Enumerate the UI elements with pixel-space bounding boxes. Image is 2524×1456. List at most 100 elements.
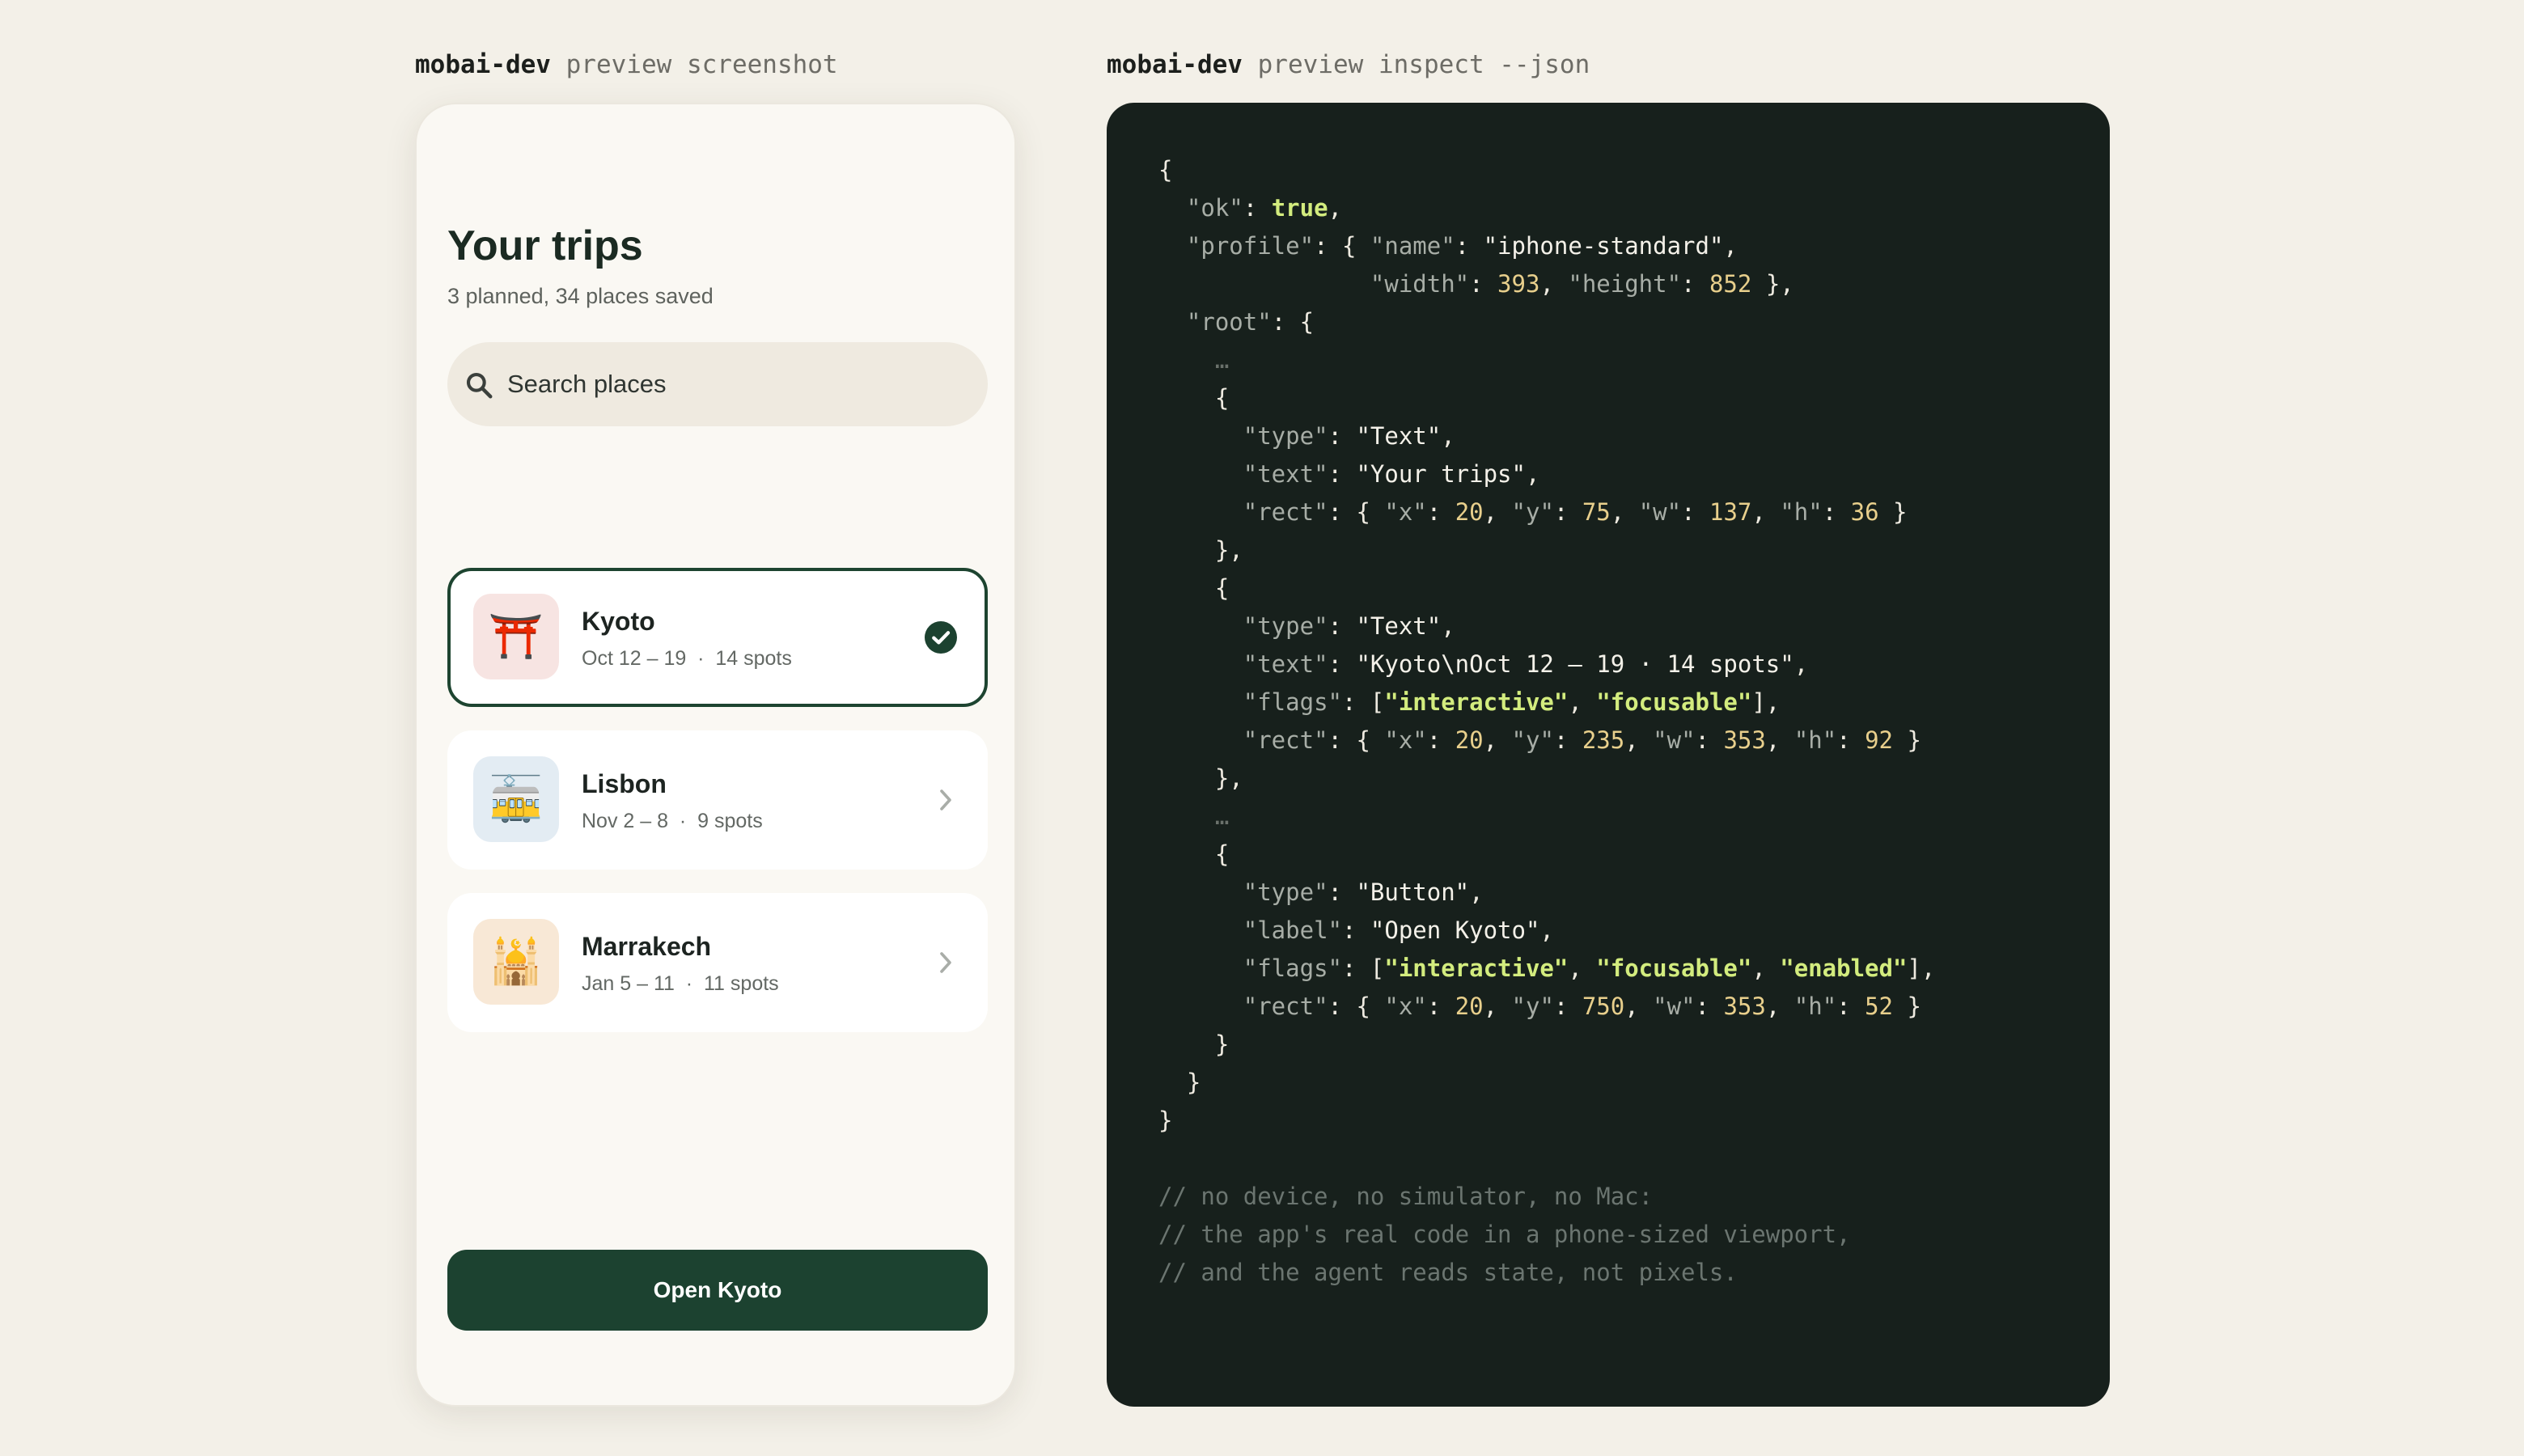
inspect-json-panel: { "ok": true, "profile": { "name": "ipho… [1107,103,2110,1407]
trip-card-lisbon[interactable]: 🚋 Lisbon Nov 2 – 8 · 9 spots [447,730,988,870]
json-token: "Your trips" [1356,460,1526,488]
json-line: { [1158,836,1935,874]
json-line: } [1158,1064,1935,1102]
caption-command: mobai-dev [1107,50,1243,79]
json-token: , [1751,954,1781,982]
json-line: "ok": true, [1158,189,1935,227]
trip-card-kyoto[interactable]: ⛩️ Kyoto Oct 12 – 19 · 14 spots [447,568,988,707]
json-token: : [1553,498,1582,526]
json-token: "text" [1243,650,1328,678]
trip-thumbnail: 🚋 [473,756,559,842]
json-token: "ok" [1186,194,1243,222]
json-line: "type": "Text", [1158,607,1935,645]
caption-text: preview screenshot [550,50,838,79]
trip-dates: Jan 5 – 11 · 11 spots [582,972,779,995]
json-line: "rect": { "x": 20, "y": 235, "w": 353, "… [1158,722,1935,760]
json-token: 393 [1497,270,1540,298]
json-token: 20 [1455,498,1484,526]
chevron-right-icon [940,789,951,811]
json-token: "iphone-standard" [1483,232,1724,260]
json-token: "y" [1511,726,1554,754]
json-token: "rect" [1243,498,1328,526]
json-token: "rect" [1243,726,1328,754]
json-line: } [1158,1102,1935,1140]
json-line: "profile": { "name": "iphone-standard", [1158,227,1935,265]
json-token: "flags" [1243,954,1342,982]
json-line: // and the agent reads state, not pixels… [1158,1254,1935,1292]
json-line [1158,1140,1935,1178]
json-token: : [1836,726,1865,754]
json-token: : [1243,194,1272,222]
json-token: : [ [1341,688,1385,716]
json-token: : [1822,498,1851,526]
page-title: Your trips [447,222,643,269]
json-line: }, [1158,760,1935,798]
json-token: { [1158,384,1230,412]
json-token: "type" [1243,878,1328,906]
trip-name: Lisbon [582,769,667,798]
json-token: true [1271,194,1328,222]
tram-icon: 🚋 [489,775,544,823]
json-token: : [1553,993,1582,1020]
json-token: "Text" [1356,612,1442,640]
trip-name: Marrakech [582,932,712,961]
torii-gate-icon: ⛩️ [489,612,544,661]
json-token: 852 [1709,270,1752,298]
json-token: }, [1751,270,1794,298]
trip-thumbnail: 🕌 [473,919,559,1005]
json-token: : { [1314,232,1370,260]
json-token: , [1568,688,1597,716]
json-token: } [1158,1107,1173,1134]
json-token: "h" [1793,726,1837,754]
open-kyoto-button[interactable]: Open Kyoto [447,1250,988,1331]
json-token: : [1469,270,1498,298]
json-token: , [1765,993,1794,1020]
json-token: { [1158,840,1230,868]
json-token: : { [1328,993,1385,1020]
json-token: }, [1158,536,1243,564]
json-token: 235 [1582,726,1625,754]
json-token: } [1878,498,1908,526]
json-token: "type" [1243,612,1328,640]
json-token: "width" [1370,270,1470,298]
json-token: "interactive" [1384,954,1569,982]
json-line: "rect": { "x": 20, "y": 75, "w": 137, "h… [1158,493,1935,531]
trip-card-marrakech[interactable]: 🕌 Marrakech Jan 5 – 11 · 11 spots [447,893,988,1032]
json-token: "x" [1384,726,1427,754]
json-token: , [1723,232,1738,260]
json-token: "rect" [1243,993,1328,1020]
trip-dates: Oct 12 – 19 · 14 spots [582,647,792,670]
json-token: ], [1907,954,1936,982]
json-token: 92 [1865,726,1894,754]
json-token: , [1469,878,1484,906]
trip-thumbnail: ⛩️ [473,594,559,679]
search-bar[interactable] [447,342,988,426]
json-line: "flags": ["interactive", "focusable", "e… [1158,950,1936,988]
json-token: }, [1158,764,1243,792]
json-token: "x" [1384,498,1427,526]
json-line: "label": "Open Kyoto", [1158,912,1935,950]
json-line: { [1158,569,1935,607]
json-token: , [1624,726,1654,754]
json-token: : [1695,726,1724,754]
json-token: , [1751,498,1781,526]
json-token: "focusable" [1596,954,1752,982]
json-token: "h" [1793,993,1837,1020]
json-token: } [1158,1031,1230,1058]
json-line: "rect": { "x": 20, "y": 750, "w": 353, "… [1158,988,1935,1026]
search-input[interactable] [507,342,960,426]
json-token: "Open Kyoto" [1370,916,1540,944]
page-subtitle: 3 planned, 34 places saved [447,284,714,308]
json-line: // the app's real code in a phone-sized … [1158,1216,1935,1254]
json-token: "root" [1186,308,1272,336]
